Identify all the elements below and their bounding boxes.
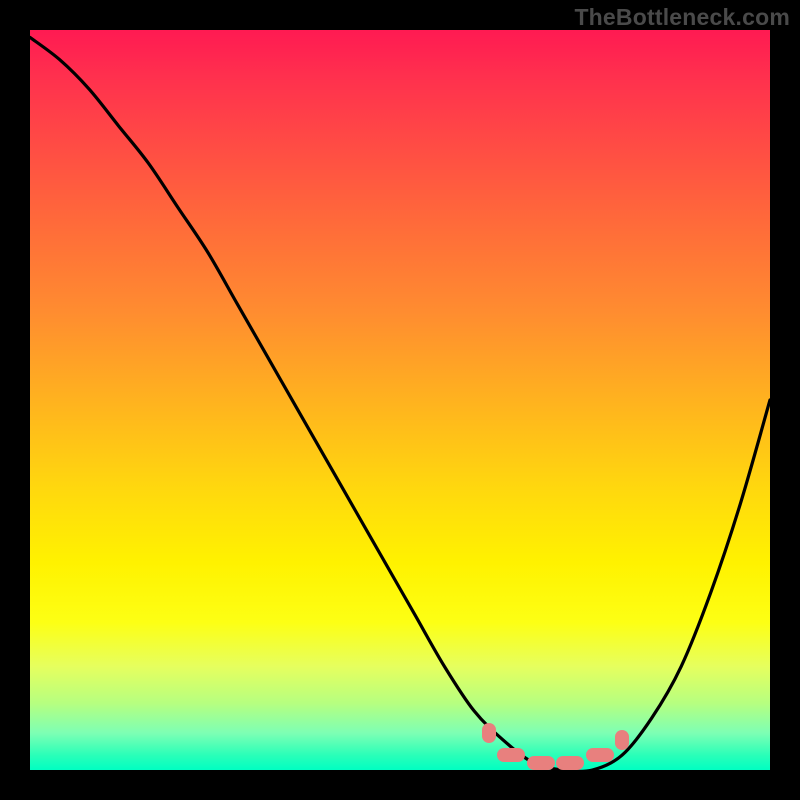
chart-frame: TheBottleneck.com (0, 0, 800, 800)
valley-marker (482, 723, 496, 743)
curve-layer (30, 30, 770, 770)
valley-marker (586, 748, 614, 762)
valley-marker (527, 756, 555, 770)
plot-area (30, 30, 770, 770)
valley-marker (497, 748, 525, 762)
valley-marker (615, 730, 629, 750)
watermark-text: TheBottleneck.com (574, 4, 790, 31)
valley-marker (556, 756, 584, 770)
bottleneck-curve (30, 37, 770, 770)
